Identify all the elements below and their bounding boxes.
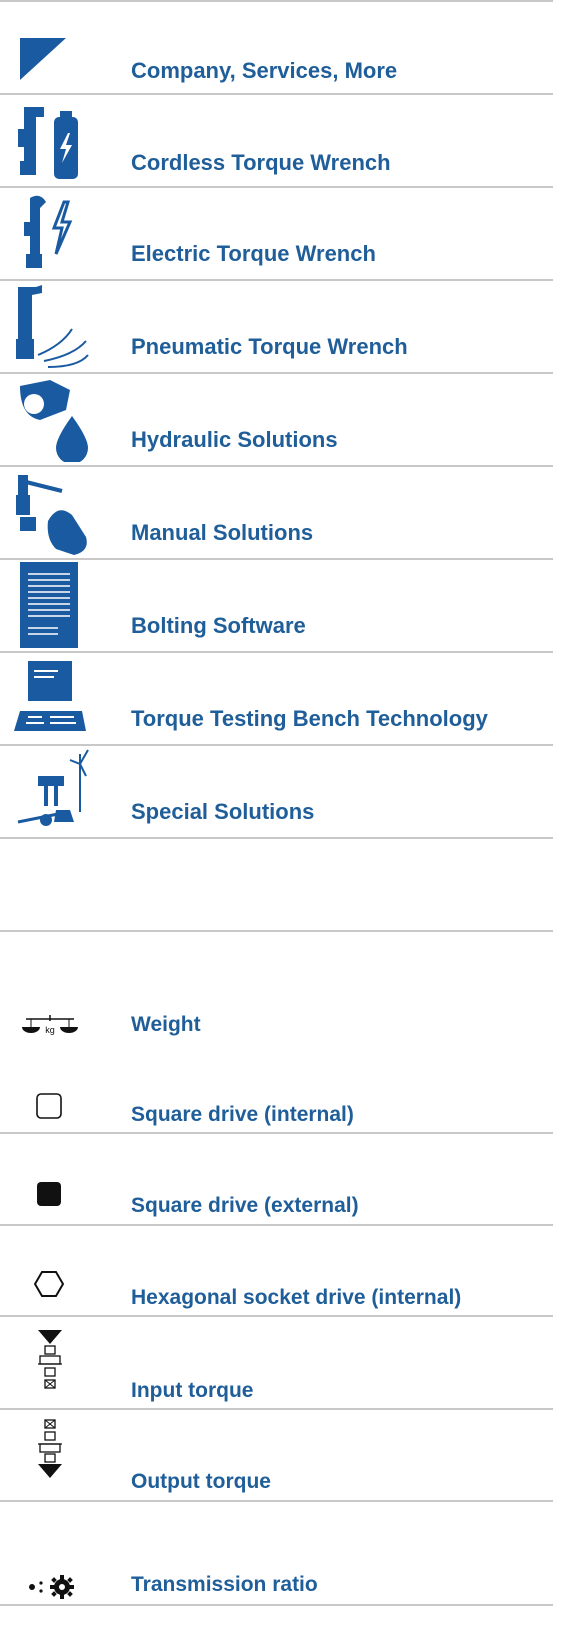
legend-label: Square drive (external) (131, 1194, 359, 1217)
weight-scale-icon: kg (22, 1015, 78, 1035)
category-electric[interactable]: Electric Torque Wrench (0, 188, 553, 280)
divider (0, 837, 553, 839)
category-label: Company, Services, More (131, 58, 398, 83)
cordless-wrench-icon (18, 107, 78, 179)
input-torque-icon (38, 1330, 62, 1389)
category-label: Pneumatic Torque Wrench (131, 334, 408, 359)
divider (0, 1604, 553, 1606)
category-label: Bolting Software (131, 613, 306, 638)
pneumatic-wrench-icon (16, 285, 89, 368)
category-label: Cordless Torque Wrench (131, 150, 391, 175)
weight-unit: kg (45, 1025, 55, 1035)
category-company[interactable]: Company, Services, More (0, 0, 553, 94)
legend-label: Weight (131, 1013, 201, 1036)
category-label: Electric Torque Wrench (131, 241, 376, 266)
category-label: Torque Testing Bench Technology (131, 706, 488, 731)
category-cordless[interactable]: Cordless Torque Wrench (0, 95, 553, 187)
testing-bench-icon (14, 661, 86, 731)
square-outline-icon (36, 1093, 62, 1119)
category-manual[interactable]: Manual Solutions (0, 467, 553, 559)
divider (0, 1224, 553, 1226)
transmission-ratio-icon (29, 1575, 74, 1599)
category-label: Manual Solutions (131, 520, 314, 545)
electric-wrench-icon (24, 195, 73, 268)
legend-label: Transmission ratio (131, 1573, 318, 1596)
divider (0, 1500, 553, 1502)
output-torque-icon (38, 1419, 62, 1478)
special-solutions-icon (17, 749, 89, 826)
category-label: Special Solutions (131, 799, 315, 824)
divider (0, 930, 553, 932)
hydraulic-icon (20, 380, 88, 462)
legend-label: Square drive (internal) (131, 1103, 354, 1126)
legend-label: Hexagonal socket drive (internal) (131, 1286, 462, 1309)
category-testing-bench[interactable]: Torque Testing Bench Technology (0, 653, 553, 745)
divider (0, 1408, 553, 1410)
hexagon-icon (34, 1271, 64, 1297)
divider (0, 1315, 553, 1317)
legend-label: Input torque (131, 1379, 254, 1402)
category-special[interactable]: Special Solutions (0, 746, 553, 838)
divider (0, 1132, 553, 1134)
category-pneumatic[interactable]: Pneumatic Torque Wrench (0, 281, 553, 373)
square-filled-icon (37, 1182, 61, 1206)
category-software[interactable]: Bolting Software (0, 560, 553, 652)
legend-label: Output torque (131, 1470, 271, 1493)
category-label: Hydraulic Solutions (131, 427, 338, 452)
manual-icon (16, 475, 87, 555)
software-icon (20, 562, 78, 648)
company-logo-icon (20, 38, 66, 80)
category-hydraulic[interactable]: Hydraulic Solutions (0, 374, 553, 466)
